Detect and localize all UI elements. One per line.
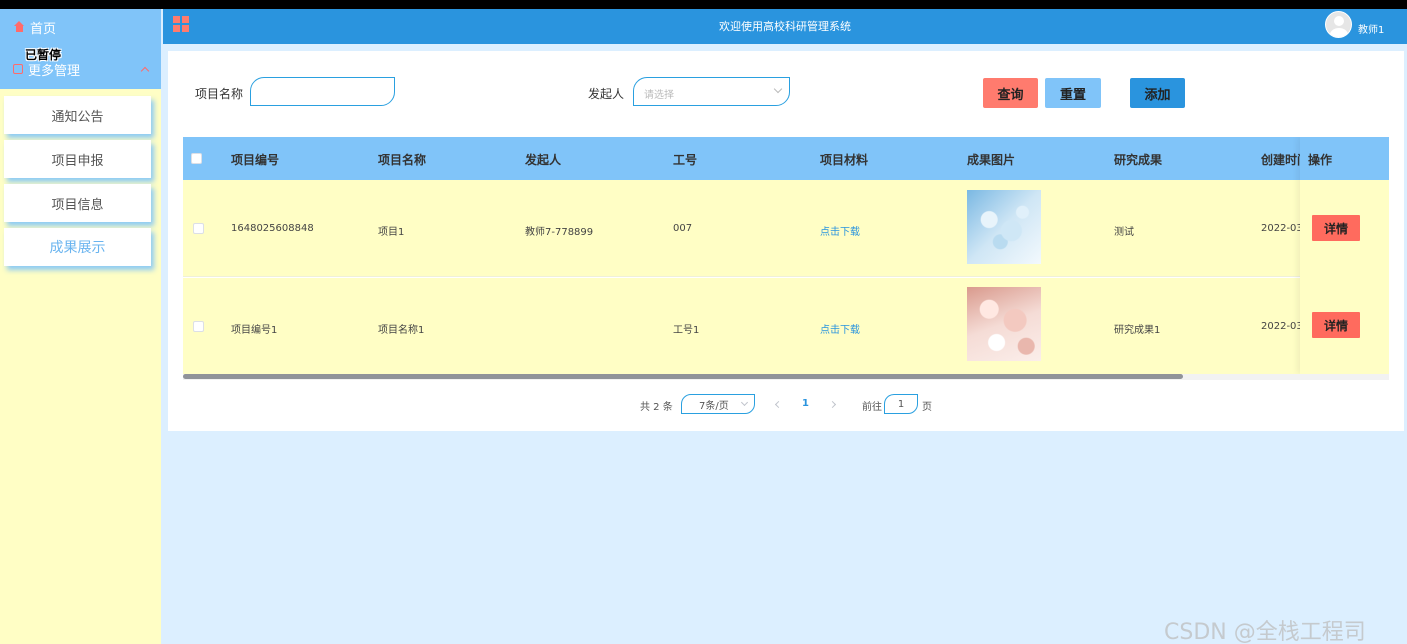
page-size-select[interactable]: 7条/页 — [681, 394, 755, 414]
header-title: 欢迎使用高校科研管理系统 — [719, 20, 851, 33]
top-header: 欢迎使用高校科研管理系统 教师1 — [163, 9, 1407, 44]
sidebar-item-project-apply[interactable]: 项目申报 — [4, 140, 151, 178]
app-stage: 首页 已暂停 更多管理 通知公告 项目申报 项目信息 成果展示 欢迎使用高校科研… — [0, 9, 1407, 644]
username[interactable]: 教师1 — [1358, 21, 1384, 36]
table-header: 项目编号 项目名称 发起人 工号 项目材料 成果图片 研究成果 创建时间 — [183, 137, 1389, 180]
table-row: 1648025608848 项目1 教师7-778899 007 点击下载 测试… — [183, 180, 1389, 277]
sidebar-item-results[interactable]: 成果展示 — [4, 228, 151, 266]
sidebar-item-notice[interactable]: 通知公告 — [4, 96, 151, 134]
row-checkbox[interactable] — [193, 223, 204, 234]
add-button[interactable]: 添加 — [1130, 78, 1185, 108]
page-number-current[interactable]: 1 — [802, 398, 809, 409]
cell-created: 2022-03 — [1261, 223, 1303, 234]
reset-button[interactable]: 重置 — [1045, 78, 1101, 108]
sidebar-item-label: 成果展示 — [49, 240, 106, 256]
initiator-placeholder: 请选择 — [644, 90, 674, 101]
cell-name: 项目1 — [378, 227, 405, 238]
avatar[interactable] — [1325, 11, 1352, 38]
col-header: 工号 — [673, 153, 698, 167]
initiator-label: 发起人 — [588, 87, 625, 101]
result-image[interactable] — [967, 190, 1041, 264]
initiator-select[interactable]: 请选择 — [633, 77, 790, 106]
scrollbar-thumb[interactable] — [183, 374, 1183, 379]
home-icon — [13, 21, 25, 33]
detail-button[interactable]: 详情 — [1312, 215, 1360, 241]
sidebar-item-project-info[interactable]: 项目信息 — [4, 184, 151, 222]
goto-page-input[interactable]: 1 — [884, 394, 918, 414]
goto-suffix: 页 — [922, 402, 932, 413]
paused-overlay-text: 已暂停 — [25, 48, 62, 62]
col-header: 项目材料 — [820, 153, 869, 167]
cell-result: 研究成果1 — [1114, 325, 1161, 336]
cell-job-no: 007 — [673, 223, 693, 234]
prev-page-icon[interactable] — [774, 400, 783, 409]
col-header: 研究成果 — [1114, 153, 1163, 167]
cell-name: 项目名称1 — [378, 325, 425, 336]
col-header: 发起人 — [525, 153, 562, 167]
sidebar-home-label: 首页 — [30, 21, 57, 37]
sidebar-item-label: 通知公告 — [51, 109, 104, 125]
data-table: 项目编号 项目名称 发起人 工号 项目材料 成果图片 研究成果 创建时间 164… — [183, 137, 1389, 382]
detail-button[interactable]: 详情 — [1312, 312, 1360, 338]
row-checkbox[interactable] — [193, 321, 204, 332]
select-all-checkbox[interactable] — [191, 153, 202, 164]
sidebar-item-label: 项目信息 — [51, 197, 104, 213]
col-header: 成果图片 — [967, 153, 1016, 167]
horizontal-scrollbar[interactable] — [183, 374, 1389, 380]
watermark: CSDN @全栈工程司 — [1164, 620, 1366, 644]
download-link[interactable]: 点击下载 — [820, 223, 860, 238]
cell-code: 项目编号1 — [231, 325, 278, 336]
goto-page-value: 1 — [897, 398, 905, 410]
project-name-input[interactable] — [250, 77, 395, 106]
col-header: 项目编号 — [231, 153, 280, 167]
menu-icon — [13, 64, 23, 74]
sidebar-top: 首页 已暂停 更多管理 — [0, 9, 161, 89]
fixed-action-column: 操作 详情 详情 — [1300, 137, 1389, 374]
query-button[interactable]: 查询 — [983, 78, 1038, 108]
col-header: 项目名称 — [378, 153, 427, 167]
cell-initiator: 教师7-778899 — [525, 227, 594, 238]
action-header: 操作 — [1300, 137, 1389, 180]
chevron-down-icon — [773, 84, 783, 94]
cell-code: 1648025608848 — [231, 223, 314, 234]
main-panel: 项目名称 发起人 请选择 查询 重置 添加 项目编号 项目名称 发起人 工号 项… — [168, 51, 1404, 431]
sidebar-item-home[interactable]: 首页 — [13, 17, 56, 37]
page-size-value: 7条/页 — [699, 400, 729, 412]
cell-job-no: 工号1 — [673, 325, 700, 336]
pagination-total: 共 2 条 — [640, 402, 673, 413]
goto-prefix: 前往 — [862, 402, 882, 413]
cell-created: 2022-03 — [1261, 321, 1303, 332]
project-name-label: 项目名称 — [195, 87, 244, 101]
download-link[interactable]: 点击下载 — [820, 321, 860, 336]
sidebar-item-label: 项目申报 — [51, 153, 104, 169]
col-header-action: 操作 — [1308, 153, 1333, 167]
sidebar: 首页 已暂停 更多管理 通知公告 项目申报 项目信息 成果展示 — [0, 9, 161, 644]
chevron-down-icon — [740, 398, 749, 407]
chevron-up-icon — [140, 66, 150, 76]
result-image[interactable] — [967, 287, 1041, 361]
table-row: 项目编号1 项目名称1 工号1 点击下载 研究成果1 2022-03 — [183, 278, 1389, 375]
cell-result: 测试 — [1114, 227, 1134, 238]
next-page-icon[interactable] — [828, 400, 837, 409]
